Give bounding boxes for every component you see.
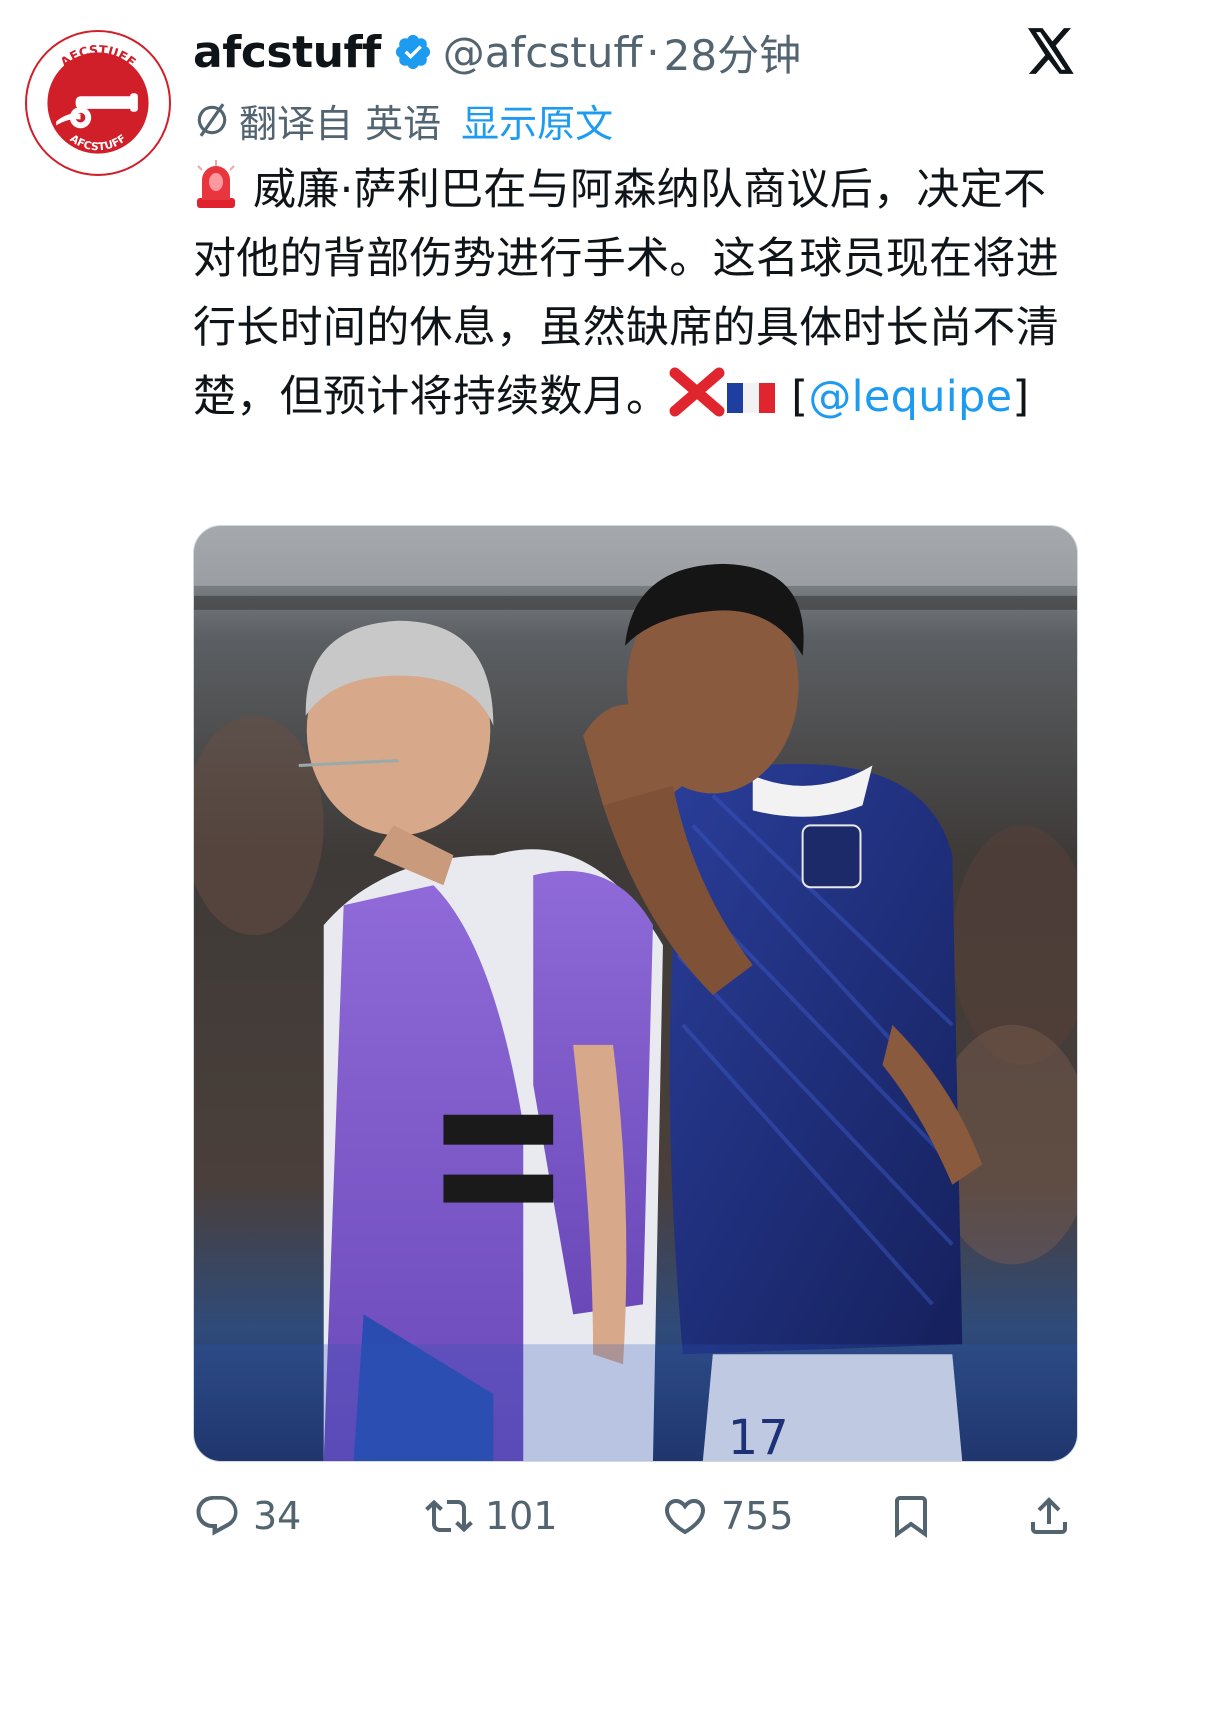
verified-badge-icon (395, 34, 430, 70)
bookmark-icon (895, 1496, 927, 1538)
share-icon (1031, 1497, 1067, 1534)
cross-mark-icon (669, 367, 725, 417)
avatar[interactable]: AFCSTUFF AFCSTUFF (25, 30, 171, 176)
like-button[interactable]: 755 (661, 1480, 794, 1552)
retweet-button[interactable]: 101 (425, 1480, 558, 1552)
like-count: 755 (721, 1494, 794, 1538)
display-name[interactable]: afcstuff (193, 27, 381, 78)
post-header: afcstuff @afcstuff · 28分钟 (193, 22, 801, 82)
reply-icon (196, 1496, 238, 1536)
translated-from-label: 翻译自 英语 (239, 101, 442, 146)
retweet-count: 101 (485, 1494, 558, 1538)
translation-row: 翻译自 英语 显示原文 (193, 92, 613, 148)
translate-icon (197, 103, 227, 137)
action-bar: 34 101 755 (193, 1480, 1078, 1552)
football-photo: 17 (194, 526, 1077, 1461)
reply-count: 34 (253, 1494, 302, 1538)
bookmark-button[interactable] (887, 1480, 935, 1552)
show-original-link[interactable]: 显示原文 (461, 93, 613, 148)
afcstuff-logo: AFCSTUFF AFCSTUFF (29, 34, 167, 172)
post-photo[interactable]: 17 (193, 525, 1078, 1462)
bracket-close: ] (1012, 372, 1030, 422)
bracket-open: [ (791, 372, 809, 422)
x-logo-icon[interactable] (1026, 28, 1076, 74)
heart-icon (664, 1499, 706, 1535)
retweet-icon (425, 1499, 473, 1533)
timestamp[interactable]: 28分钟 (664, 22, 801, 83)
mention-link[interactable]: @lequipe (808, 372, 1012, 422)
flag-france-icon (725, 379, 777, 417)
share-button[interactable] (1025, 1480, 1073, 1552)
handle[interactable]: @afcstuff (443, 28, 643, 77)
separator-dot: · (646, 27, 660, 77)
post-text: 威廉·萨利巴在与阿森纳队商议后，决定不对他的背部伤势进行手术。这名球员现在将进行… (193, 156, 1083, 432)
rotating-light-icon (193, 160, 239, 210)
reply-button[interactable]: 34 (193, 1480, 301, 1552)
